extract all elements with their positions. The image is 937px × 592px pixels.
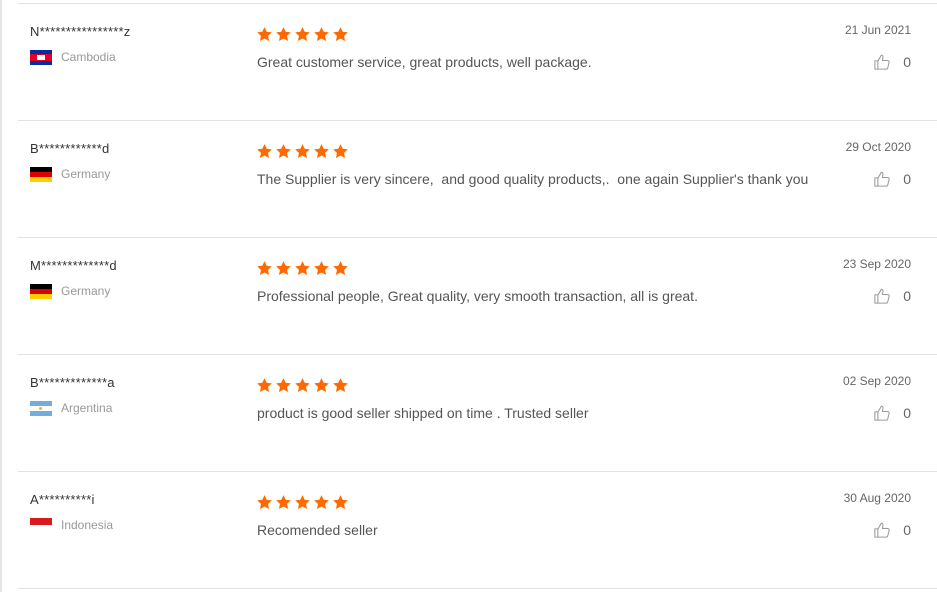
buyer-name: A**********i <box>30 492 95 507</box>
star-icon <box>257 144 272 158</box>
review-comment: Professional people, Great quality, very… <box>257 288 698 304</box>
star-icon <box>276 144 291 158</box>
review-item: A**********i Indonesia Recomended seller… <box>18 472 937 589</box>
star-icon <box>295 378 310 392</box>
review-item: B*************a Argentina product is goo… <box>18 355 937 472</box>
star-rating <box>256 26 349 43</box>
country-label: Indonesia <box>61 518 114 532</box>
review-date: 21 Jun 2021 <box>844 23 911 37</box>
buyer-name: M*************d <box>30 258 117 273</box>
star-rating <box>256 143 349 160</box>
helpful-button[interactable]: 0 <box>873 521 911 539</box>
star-icon <box>257 261 272 275</box>
buyer-name: N****************z <box>30 24 131 39</box>
germany-flag-icon <box>30 166 52 182</box>
review-date: 23 Sep 2020 <box>842 257 911 271</box>
thumbs-up-icon[interactable] <box>873 521 891 539</box>
review-date: 30 Aug 2020 <box>843 491 911 505</box>
country-label: Argentina <box>61 401 113 415</box>
helpful-count: 0 <box>903 288 911 304</box>
thumbs-up-icon[interactable] <box>873 170 891 188</box>
star-icon <box>333 27 348 41</box>
country-label: Germany <box>61 167 111 181</box>
star-icon <box>276 495 291 509</box>
star-rating <box>256 260 349 277</box>
review-list: N****************z Cambodia Great custom… <box>0 4 937 589</box>
helpful-count: 0 <box>903 54 911 70</box>
star-icon <box>295 144 310 158</box>
helpful-button[interactable]: 0 <box>873 404 911 422</box>
star-icon <box>295 495 310 509</box>
buyer-country: Argentina <box>30 400 112 416</box>
star-rating <box>256 377 349 394</box>
star-icon <box>276 378 291 392</box>
thumbs-up-icon[interactable] <box>873 404 891 422</box>
review-date: 02 Sep 2020 <box>842 374 911 388</box>
review-comment: The Supplier is very sincere, and good q… <box>257 171 809 187</box>
cambodia-flag-icon <box>30 49 52 65</box>
buyer-name: B************d <box>30 141 110 156</box>
star-icon <box>314 495 329 509</box>
helpful-button[interactable]: 0 <box>873 287 911 305</box>
review-item: M*************d Germany Professional peo… <box>18 238 937 355</box>
germany-flag-icon <box>30 283 52 299</box>
star-rating <box>256 494 349 511</box>
star-icon <box>333 144 348 158</box>
thumbs-up-icon[interactable] <box>873 53 891 71</box>
buyer-country: Germany <box>30 166 110 182</box>
review-item: N****************z Cambodia Great custom… <box>18 4 937 121</box>
review-comment: product is good seller shipped on time .… <box>257 405 589 421</box>
star-icon <box>333 261 348 275</box>
argentina-flag-icon <box>30 400 52 416</box>
helpful-button[interactable]: 0 <box>873 170 911 188</box>
star-icon <box>295 27 310 41</box>
buyer-name: B*************a <box>30 375 115 390</box>
buyer-country: Indonesia <box>30 517 113 533</box>
star-icon <box>257 495 272 509</box>
star-icon <box>314 144 329 158</box>
review-item: B************d Germany The Supplier is v… <box>18 121 937 238</box>
star-icon <box>295 261 310 275</box>
star-icon <box>257 378 272 392</box>
review-comment: Great customer service, great products, … <box>257 54 592 70</box>
star-icon <box>257 27 272 41</box>
helpful-count: 0 <box>903 171 911 187</box>
country-label: Germany <box>61 284 111 298</box>
buyer-country: Germany <box>30 283 110 299</box>
star-icon <box>276 261 291 275</box>
star-icon <box>333 495 348 509</box>
thumbs-up-icon[interactable] <box>873 287 891 305</box>
star-icon <box>333 378 348 392</box>
country-label: Cambodia <box>61 50 116 64</box>
star-icon <box>314 27 329 41</box>
star-icon <box>276 27 291 41</box>
helpful-button[interactable]: 0 <box>873 53 911 71</box>
star-icon <box>314 261 329 275</box>
star-icon <box>314 378 329 392</box>
review-comment: Recomended seller <box>257 522 378 538</box>
helpful-count: 0 <box>903 405 911 421</box>
helpful-count: 0 <box>903 522 911 538</box>
review-date: 29 Oct 2020 <box>845 140 911 154</box>
buyer-country: Cambodia <box>30 49 116 65</box>
indonesia-flag-icon <box>30 517 52 533</box>
